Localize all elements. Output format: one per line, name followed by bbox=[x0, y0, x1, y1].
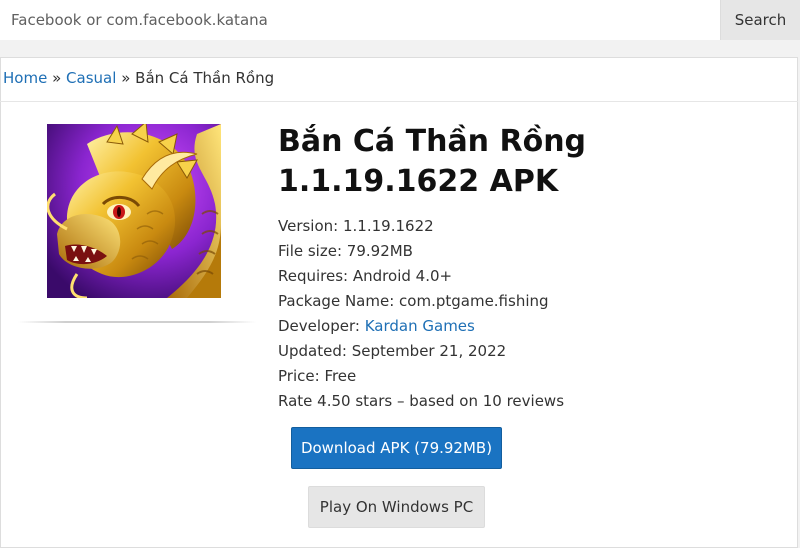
download-apk-button[interactable]: Download APK (79.92MB) bbox=[291, 427, 502, 469]
search-button[interactable]: Search bbox=[720, 0, 800, 40]
breadcrumb-divider bbox=[0, 101, 798, 102]
meta-developer: Developer: Kardan Games bbox=[278, 314, 778, 339]
meta-requires-value: Android 4.0+ bbox=[352, 267, 453, 285]
breadcrumb-separator: » bbox=[121, 69, 131, 87]
meta-requires-label: Requires: bbox=[278, 267, 349, 285]
search-bar: Search bbox=[0, 0, 800, 40]
meta-rating-text: Rate 4.50 stars – based on 10 reviews bbox=[278, 392, 565, 410]
meta-version-value: 1.1.19.1622 bbox=[343, 217, 434, 235]
meta-updated-value: September 21, 2022 bbox=[351, 342, 507, 360]
meta-file-size-label: File size: bbox=[278, 242, 343, 260]
breadcrumb-category-link[interactable]: Casual bbox=[66, 69, 116, 87]
meta-updated: Updated: September 21, 2022 bbox=[278, 339, 778, 364]
meta-package: Package Name: com.ptgame.fishing bbox=[278, 289, 778, 314]
meta-rating: Rate 4.50 stars – based on 10 reviews bbox=[278, 389, 778, 414]
breadcrumb: Home » Casual » Bắn Cá Thần Rồng bbox=[3, 69, 274, 91]
search-input[interactable] bbox=[0, 0, 720, 40]
meta-price-label: Price: bbox=[278, 367, 320, 385]
developer-link[interactable]: Kardan Games bbox=[365, 317, 475, 335]
meta-updated-label: Updated: bbox=[278, 342, 347, 360]
golden-dragon-app-icon bbox=[47, 124, 221, 298]
breadcrumb-current: Bắn Cá Thần Rồng bbox=[135, 69, 275, 87]
play-on-pc-button[interactable]: Play On Windows PC bbox=[308, 486, 485, 528]
meta-version-label: Version: bbox=[278, 217, 339, 235]
meta-file-size-value: 79.92MB bbox=[346, 242, 413, 260]
breadcrumb-home-link[interactable]: Home bbox=[3, 69, 47, 87]
breadcrumb-separator: » bbox=[52, 69, 62, 87]
icon-divider bbox=[18, 321, 256, 323]
meta-price: Price: Free bbox=[278, 364, 778, 389]
meta-requires: Requires: Android 4.0+ bbox=[278, 264, 778, 289]
meta-package-label: Package Name: bbox=[278, 292, 395, 310]
meta-price-value: Free bbox=[324, 367, 357, 385]
meta-version: Version: 1.1.19.1622 bbox=[278, 214, 778, 239]
meta-file-size: File size: 79.92MB bbox=[278, 239, 778, 264]
app-meta: Version: 1.1.19.1622 File size: 79.92MB … bbox=[278, 214, 778, 414]
app-title: Bắn Cá Thần Rồng 1.1.19.1622 APK bbox=[278, 124, 587, 199]
meta-package-value: com.ptgame.fishing bbox=[399, 292, 549, 310]
meta-developer-label: Developer: bbox=[278, 317, 360, 335]
